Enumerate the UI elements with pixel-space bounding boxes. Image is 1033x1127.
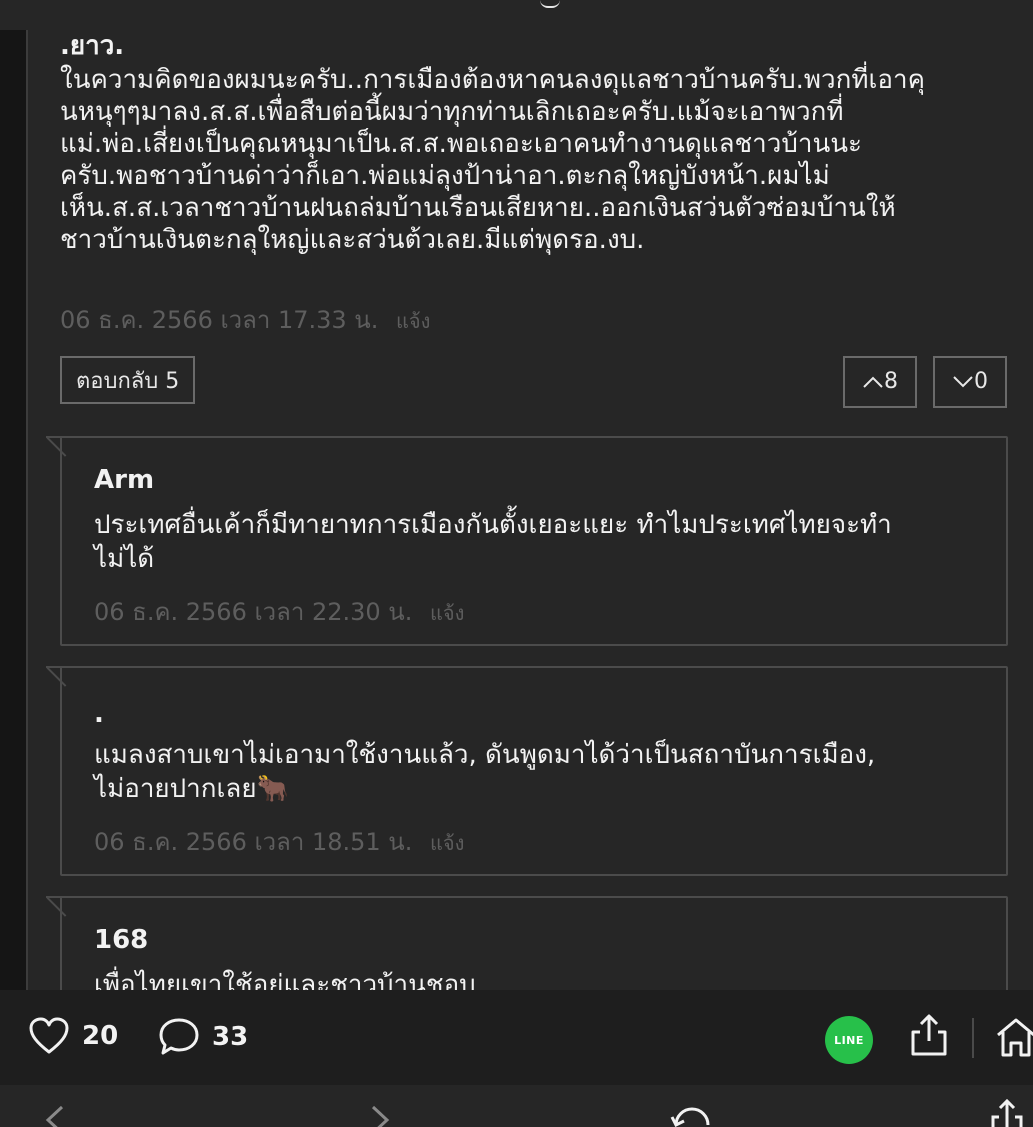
reply-author: Arm [94,465,155,495]
back-arrow-icon[interactable] [40,1105,70,1127]
comment-line: ในความคิดของผมนะครับ..การเมืองต้องหาคนลง… [60,65,925,95]
reply-card: . แมลงสาบเขาไม่เอามาใช้งานแล้ว, ดันพูดมา… [46,666,1008,876]
comment-line: เห็น.ส.ส.เวลาชาวบ้านฝนถล่มบ้านเรือนเสียห… [60,193,896,223]
comment-line: ชาวบ้านเงินตะกลุใหญ่และสว่นต้วเลย.มีแต่พ… [60,225,645,255]
toolbar-divider [972,1018,974,1058]
reply-author: . [94,699,104,729]
comment-text: ในความคิดของผมนะครับ..การเมืองต้องหาคนลง… [60,64,1005,256]
like-count: 20 [82,1021,119,1051]
reply-notch-diagonal [46,667,67,687]
downvote-button[interactable]: 0 [933,356,1007,408]
reply-notch-diagonal [46,897,67,917]
reply-text: ประเทศอื่นเค้าก็มีทายาทการเมืองกันตั้งเย… [94,508,974,576]
downvote-count: 0 [974,369,988,394]
comment-line: ครับ.พอชาวบ้านด่าว่าก็เอา.พ่อแม่ลุงป้าน่… [60,161,830,191]
comment-line: นหนุๆๆมาลง.ส.ส.เพื่อสืบต่อนี้ผมว่าทุกท่า… [60,97,844,127]
comment-meta: 06 ธ.ค. 2566 เวลา 17.33 น. แจ้ง [60,300,430,339]
home-icon [997,1018,1033,1057]
comment-line: แม่.พ่อ.เสี่ยงเป็นคุณหนุมาเป็น.ส.ส.พอเถอ… [60,129,862,159]
speech-bubble-icon [159,1018,199,1055]
reply-meta: 06 ธ.ค. 2566 เวลา 18.51 น. แจ้ง [94,822,464,861]
reply-text: เพื่อไทยเขาใช้อยู่และชาวบ้านชอบ [94,968,974,990]
reply-button[interactable]: ตอบกลับ 5 [60,356,196,404]
report-link[interactable]: แจ้ง [430,601,464,625]
upvote-count: 8 [884,369,898,394]
line-share-button[interactable]: LINE [825,1016,873,1064]
top-partial-glyph [540,0,560,8]
reply-timestamp: 06 ธ.ค. 2566 เวลา 18.51 น. [94,828,413,856]
reply-text: แมลงสาบเขาไม่เอามาใช้งานแล้ว, ดันพูดมาได… [94,738,974,806]
browser-nav-bar [0,1085,1033,1127]
reload-icon[interactable] [670,1107,714,1127]
reply-card: 168 เพื่อไทยเขาใช้อยู่และชาวบ้านชอบ [46,896,1008,990]
like-button[interactable]: 20 [28,1016,118,1056]
share-icon [911,1014,947,1056]
chevron-up-icon [863,376,883,388]
reply-author: 168 [94,925,149,955]
home-button[interactable] [995,1015,1033,1063]
reply-line: ไม่ได้ [94,544,155,574]
upvote-button[interactable]: 8 [843,356,917,408]
reply-line: เพื่อไทยเขาใช้อยู่และชาวบ้านชอบ [94,970,476,990]
report-link[interactable]: แจ้ง [430,831,464,855]
line-app-icon: LINE [834,1033,864,1047]
browser-share-icon[interactable] [990,1099,1024,1127]
reply-line: ประเทศอื่นเค้าก็มีทายาทการเมืองกันตั้งเย… [94,510,892,540]
comment-thread: .ยาว. ในความคิดของผมนะครับ..การเมืองต้อง… [28,30,1033,990]
comment-count: 33 [212,1022,249,1052]
reply-timestamp: 06 ธ.ค. 2566 เวลา 22.30 น. [94,598,413,626]
report-link[interactable]: แจ้ง [396,309,430,333]
heart-icon [29,1017,69,1054]
reply-line: แมลงสาบเขาไม่เอามาใช้งานแล้ว, ดันพูดมาได… [94,740,876,770]
bottom-action-bar: 20 33 LINE [0,990,1033,1085]
forward-arrow-icon[interactable] [365,1105,395,1127]
thread-indent-bar [0,30,28,990]
chevron-down-icon [953,376,973,388]
top-strip [0,0,1033,30]
comment-button[interactable]: 33 [158,1016,248,1058]
comment-author: .ยาว. [60,31,125,61]
comment-timestamp: 06 ธ.ค. 2566 เวลา 17.33 น. [60,306,379,334]
reply-line: ไม่อายปากเลย🐂 [94,774,289,804]
share-button[interactable] [907,1012,951,1062]
reply-card: Arm ประเทศอื่นเค้าก็มีทายาทการเมืองกันตั… [46,436,1008,646]
reply-notch-diagonal [46,437,67,457]
reply-meta: 06 ธ.ค. 2566 เวลา 22.30 น. แจ้ง [94,592,464,631]
